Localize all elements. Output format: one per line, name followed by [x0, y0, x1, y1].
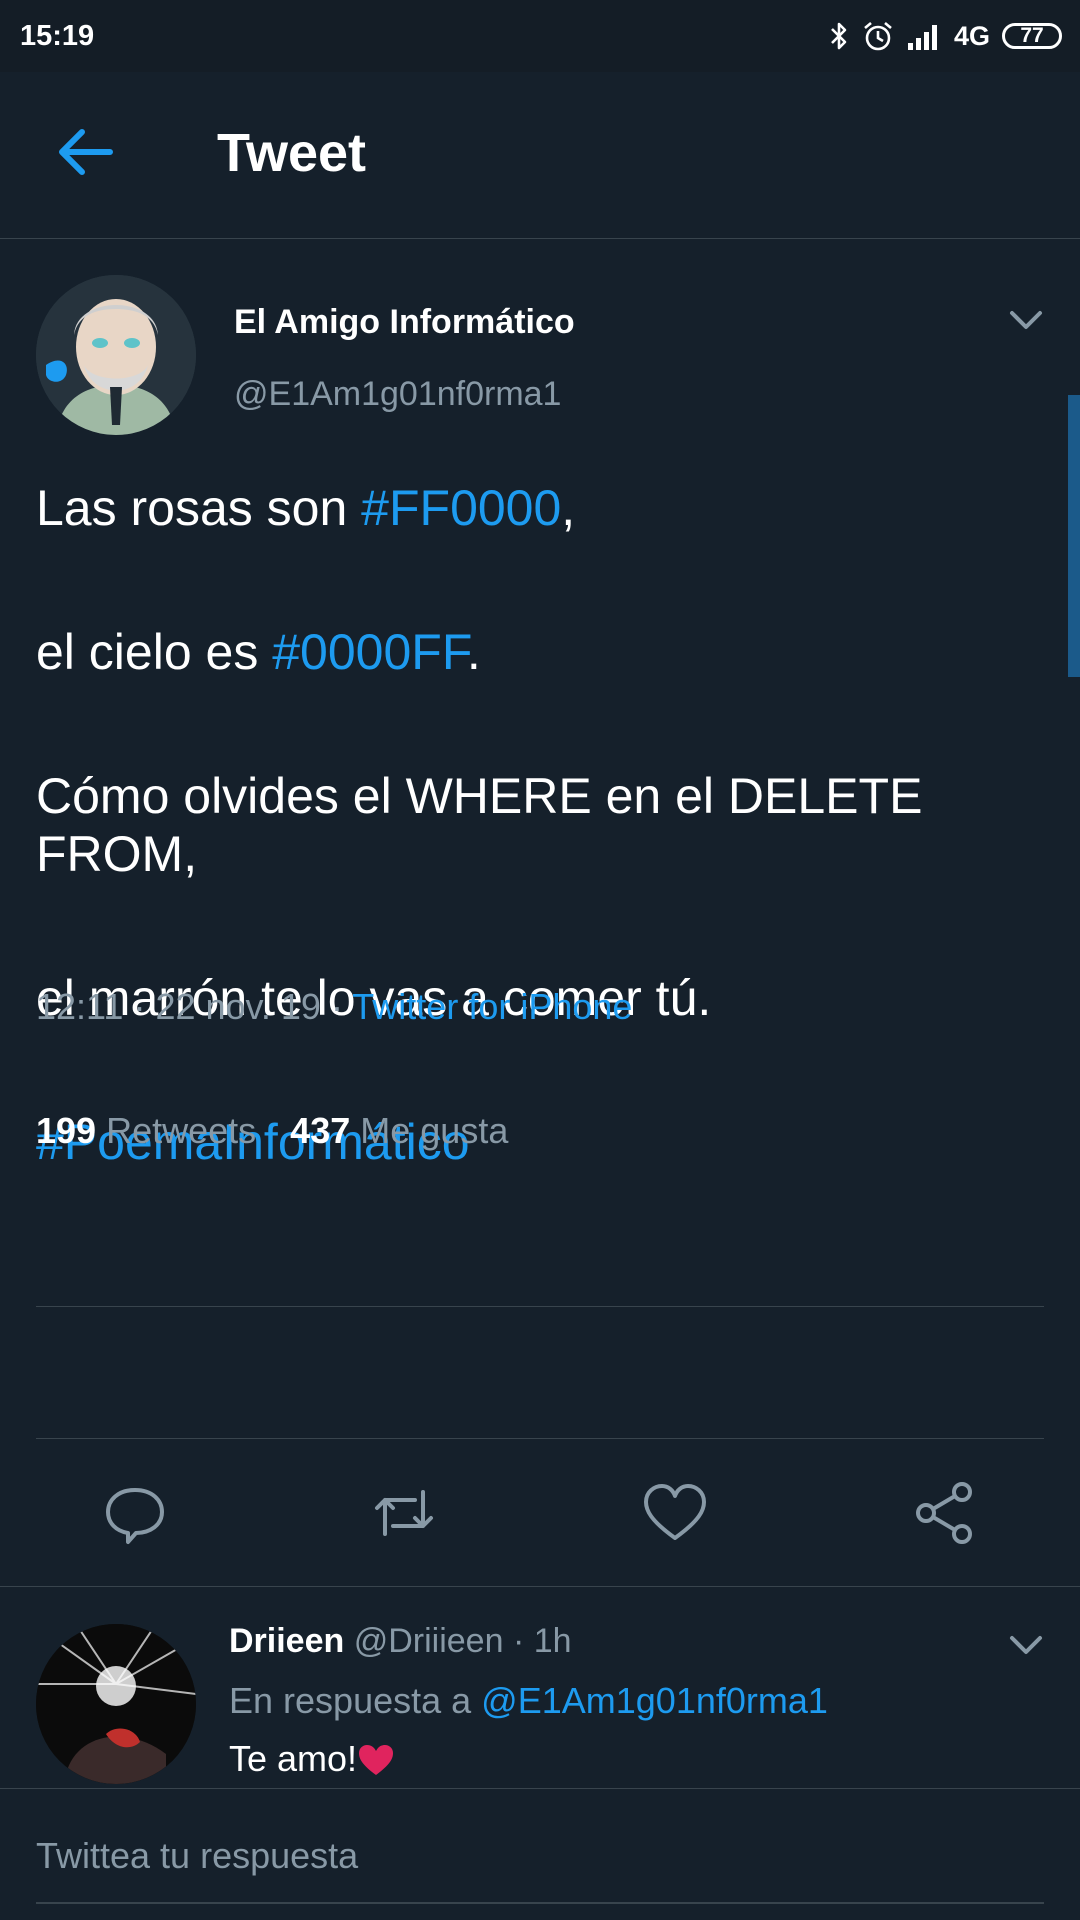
chevron-down-icon — [1010, 311, 1042, 329]
tweet-source-link[interactable]: Twitter for iPhone — [352, 986, 632, 1027]
stats-divider — [36, 1438, 1044, 1439]
compose-underline — [36, 1902, 1044, 1904]
reply-menu-button[interactable] — [1006, 1630, 1046, 1660]
scrollbar[interactable] — [1068, 395, 1080, 677]
network-type: 4G — [953, 20, 990, 51]
reply-compose-input[interactable] — [36, 1826, 1044, 1886]
meta-divider — [36, 1306, 1044, 1307]
author-avatar[interactable] — [36, 275, 196, 435]
alarm-icon — [864, 22, 892, 51]
in-reply-to-label: En respuesta a — [229, 1680, 472, 1721]
reply-text: Te amo! — [229, 1738, 395, 1780]
likes-stat[interactable]: 437 Me gusta — [290, 1110, 508, 1151]
reply-button[interactable] — [100, 1478, 170, 1548]
text-segment: Las rosas son — [36, 480, 362, 536]
reply-avatar-photo — [36, 1624, 196, 1784]
status-icons: 4G 77 — [828, 18, 1062, 54]
reply-divider — [0, 1788, 1080, 1789]
author-handle[interactable]: @E1Am1g01nf0rma1 — [234, 375, 561, 414]
share-icon — [916, 1482, 972, 1544]
tweet-date: 22 nov. 19 — [155, 986, 321, 1027]
tweet-line-1: Las rosas son #FF0000, — [36, 479, 1036, 537]
reply-author-name[interactable]: Driieen — [229, 1622, 344, 1660]
meta-separator: · — [330, 986, 343, 1027]
reply-avatar[interactable] — [36, 1624, 196, 1784]
battery-indicator: 77 — [1002, 23, 1062, 49]
back-button[interactable] — [52, 122, 118, 182]
mention-link[interactable]: @E1Am1g01nf0rma1 — [481, 1680, 828, 1721]
tweet-line-3: Cómo olvides el WHERE en el DELETE FROM, — [36, 768, 923, 882]
retweets-stat[interactable]: 199 Retweets — [36, 1110, 256, 1151]
actions-divider — [0, 1586, 1080, 1587]
page-title: Tweet — [217, 123, 367, 183]
app-bar: Tweet — [0, 72, 1080, 238]
tweet-text: Las rosas son #FF0000, el cielo es #0000… — [36, 479, 1036, 1171]
tweet-time: 12:11 — [36, 986, 124, 1027]
meta-separator: · — [133, 986, 146, 1027]
chevron-down-icon — [1010, 1636, 1042, 1654]
avatar-portrait — [36, 275, 196, 435]
tweet-stats: 199 Retweets 437 Me gusta — [36, 1110, 508, 1152]
tweet-menu-button[interactable] — [1006, 305, 1046, 335]
text-segment: , — [561, 480, 576, 536]
tweet-meta: 12:11 · 22 nov. 19 · Twitter for iPhone — [36, 986, 632, 1028]
share-button[interactable] — [910, 1478, 980, 1548]
in-reply-to: En respuesta a @E1Am1g01nf0rma1 — [229, 1680, 828, 1722]
reply-text-content: Te amo! — [229, 1738, 358, 1779]
retweets-count: 199 — [36, 1110, 97, 1151]
retweet-button[interactable] — [369, 1478, 439, 1548]
reply-icon — [106, 1488, 164, 1544]
author-name[interactable]: El Amigo Informático — [234, 303, 575, 342]
reply-time: 1h — [533, 1622, 572, 1660]
reply-header: Driieen @Driiieen · 1h — [229, 1622, 572, 1661]
hashtag-link[interactable]: #FF0000 — [361, 480, 561, 536]
tweet-line-2: el cielo es #0000FF. — [36, 623, 1036, 681]
text-segment: el cielo es — [36, 624, 273, 680]
signal-icon — [907, 25, 937, 50]
bluetooth-icon — [831, 22, 847, 50]
text-segment: . — [466, 624, 481, 680]
header-divider — [0, 238, 1080, 239]
retweets-label: Retweets — [106, 1110, 257, 1151]
reply-author-handle[interactable]: @Driiieen — [354, 1622, 504, 1660]
likes-count: 437 — [290, 1110, 351, 1151]
battery-level: 77 — [1020, 24, 1044, 47]
arrow-left-icon — [59, 129, 113, 175]
retweet-icon — [375, 1490, 433, 1536]
meta-separator: · — [512, 1622, 525, 1660]
status-time: 15:19 — [20, 20, 95, 52]
status-bar: 15:19 4G 77 — [0, 0, 1080, 72]
like-button[interactable] — [640, 1478, 710, 1548]
like-icon — [644, 1484, 706, 1540]
hashtag-link[interactable]: #0000FF — [272, 624, 467, 680]
heart-icon — [359, 1745, 394, 1775]
likes-label: Me gusta — [360, 1110, 509, 1151]
